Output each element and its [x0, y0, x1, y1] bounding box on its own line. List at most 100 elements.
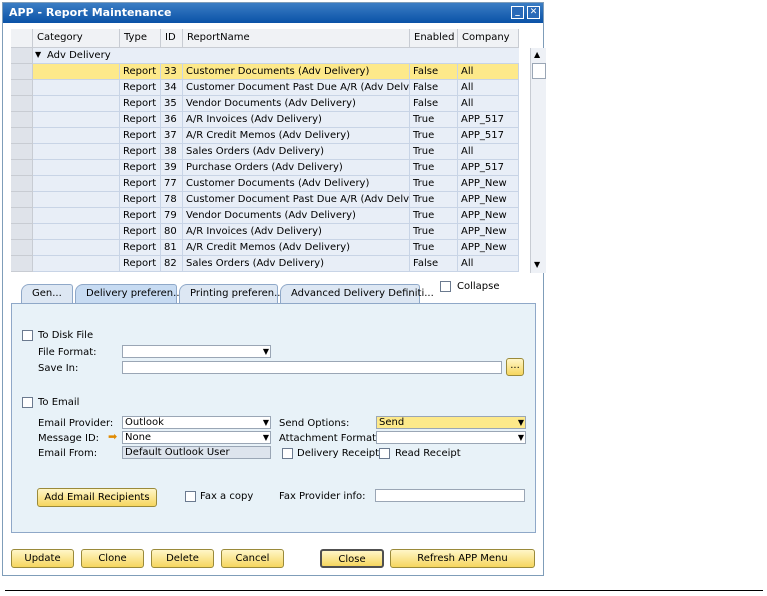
close-button[interactable]: Close	[320, 549, 384, 568]
browse-button[interactable]: ...	[506, 358, 524, 376]
cell-category[interactable]	[33, 128, 120, 144]
cell-type[interactable]: Report	[120, 144, 161, 160]
table-row[interactable]: Report 78 Customer Document Past Due A/R (…	[11, 192, 519, 208]
cell-type[interactable]: Report	[120, 128, 161, 144]
cell-type[interactable]: Report	[120, 192, 161, 208]
table-row[interactable]: Report 38 Sales Orders (Adv Delivery) True A…	[11, 144, 519, 160]
collapse-triangle-icon[interactable]: ▼	[35, 50, 41, 59]
cell-enabled[interactable]: False	[410, 80, 458, 96]
col-header-reportname[interactable]: ReportName	[183, 29, 410, 48]
cell-reportname[interactable]: A/R Invoices (Adv Delivery)	[183, 224, 410, 240]
row-header[interactable]	[11, 176, 33, 192]
cell-company[interactable]: APP_New	[458, 176, 519, 192]
row-header[interactable]	[11, 144, 33, 160]
cell-type[interactable]: Report	[120, 160, 161, 176]
file-format-select[interactable]: ▼	[122, 345, 271, 358]
cell-category[interactable]	[33, 256, 120, 272]
row-header[interactable]	[11, 256, 33, 272]
tab-advanced-delivery[interactable]: Advanced Delivery Definiti...	[280, 284, 434, 303]
cell-reportname[interactable]: Customer Document Past Due A/R (Adv Delv…	[183, 80, 410, 96]
cell-id[interactable]: 81	[161, 240, 183, 256]
cancel-button[interactable]: Cancel	[221, 549, 284, 568]
cell-enabled[interactable]: True	[410, 128, 458, 144]
cell-type[interactable]: Report	[120, 224, 161, 240]
row-header[interactable]	[11, 240, 33, 256]
cell-category[interactable]	[33, 112, 120, 128]
table-row[interactable]: Report 77 Customer Documents (Adv Delivery…	[11, 176, 519, 192]
cell-category[interactable]	[33, 144, 120, 160]
fax-copy-checkbox[interactable]	[185, 491, 196, 502]
cell-enabled[interactable]: True	[410, 112, 458, 128]
cell-id[interactable]: 82	[161, 256, 183, 272]
read-receipt-checkbox[interactable]	[379, 448, 390, 459]
cell-company[interactable]: APP_517	[458, 160, 519, 176]
group-row[interactable]: ▼ Adv Delivery	[11, 48, 519, 64]
cell-category[interactable]	[33, 224, 120, 240]
cell-type[interactable]: Report	[120, 80, 161, 96]
cell-reportname[interactable]: Vendor Documents (Adv Delivery)	[183, 208, 410, 224]
add-email-recipients-button[interactable]: Add Email Recipients	[37, 488, 157, 507]
cell-reportname[interactable]: Purchase Orders (Adv Delivery)	[183, 160, 410, 176]
cell-company[interactable]: APP_New	[458, 208, 519, 224]
row-header[interactable]	[11, 160, 33, 176]
cell-enabled[interactable]: True	[410, 224, 458, 240]
cell-company[interactable]: APP_New	[458, 192, 519, 208]
col-header-category[interactable]: Category	[33, 29, 120, 48]
col-header-id[interactable]: ID	[161, 29, 183, 48]
save-in-input[interactable]	[122, 361, 502, 374]
cell-category[interactable]	[33, 96, 120, 112]
message-id-select[interactable]: None ▼	[122, 431, 271, 444]
cell-company[interactable]: All	[458, 80, 519, 96]
cell-id[interactable]: 39	[161, 160, 183, 176]
attachment-format-select[interactable]: ▼	[376, 431, 526, 444]
cell-type[interactable]: Report	[120, 64, 161, 80]
table-row[interactable]: Report 80 A/R Invoices (Adv Delivery) True A…	[11, 224, 519, 240]
cell-type[interactable]: Report	[120, 176, 161, 192]
cell-type[interactable]: Report	[120, 256, 161, 272]
scroll-up-icon[interactable]: ▲	[534, 50, 540, 59]
cell-enabled[interactable]: True	[410, 160, 458, 176]
cell-enabled[interactable]: False	[410, 96, 458, 112]
row-header[interactable]	[11, 128, 33, 144]
cell-id[interactable]: 33	[161, 64, 183, 80]
cell-enabled[interactable]: True	[410, 240, 458, 256]
cell-id[interactable]: 38	[161, 144, 183, 160]
cell-category[interactable]	[33, 80, 120, 96]
table-row[interactable]: Report 33 Customer Documents (Adv Delivery…	[11, 64, 519, 80]
cell-reportname[interactable]: Customer Documents (Adv Delivery)	[183, 176, 410, 192]
table-row[interactable]: Report 39 Purchase Orders (Adv Delivery) Tr…	[11, 160, 519, 176]
cell-reportname[interactable]: Customer Documents (Adv Delivery)	[183, 64, 410, 80]
table-row[interactable]: Report 34 Customer Document Past Due A/R (…	[11, 80, 519, 96]
table-row[interactable]: Report 35 Vendor Documents (Adv Delivery) F…	[11, 96, 519, 112]
table-row[interactable]: Report 37 A/R Credit Memos (Adv Delivery) T…	[11, 128, 519, 144]
row-header[interactable]	[11, 48, 33, 64]
cell-enabled[interactable]: False	[410, 256, 458, 272]
cell-enabled[interactable]: True	[410, 192, 458, 208]
cell-type[interactable]: Report	[120, 112, 161, 128]
cell-type[interactable]: Report	[120, 96, 161, 112]
cell-category[interactable]	[33, 176, 120, 192]
col-header-type[interactable]: Type	[120, 29, 161, 48]
cell-enabled[interactable]: True	[410, 144, 458, 160]
cell-id[interactable]: 35	[161, 96, 183, 112]
cell-reportname[interactable]: A/R Credit Memos (Adv Delivery)	[183, 240, 410, 256]
cell-id[interactable]: 77	[161, 176, 183, 192]
cell-reportname[interactable]: Sales Orders (Adv Delivery)	[183, 256, 410, 272]
cell-reportname[interactable]: Sales Orders (Adv Delivery)	[183, 144, 410, 160]
cell-reportname[interactable]: A/R Credit Memos (Adv Delivery)	[183, 128, 410, 144]
table-row[interactable]: Report 79 Vendor Documents (Adv Delivery) T…	[11, 208, 519, 224]
cell-id[interactable]: 79	[161, 208, 183, 224]
cell-reportname[interactable]: Vendor Documents (Adv Delivery)	[183, 96, 410, 112]
cell-company[interactable]: APP_New	[458, 224, 519, 240]
cell-enabled[interactable]: False	[410, 64, 458, 80]
delivery-receipt-checkbox[interactable]	[282, 448, 293, 459]
cell-id[interactable]: 34	[161, 80, 183, 96]
cell-company[interactable]: APP_New	[458, 240, 519, 256]
cell-id[interactable]: 78	[161, 192, 183, 208]
cell-company[interactable]: All	[458, 64, 519, 80]
scroll-thumb[interactable]	[532, 63, 546, 79]
cell-type[interactable]: Report	[120, 208, 161, 224]
grid-scrollbar[interactable]: ▲ ▼	[530, 48, 546, 273]
cell-category[interactable]	[33, 64, 120, 80]
cell-company[interactable]: All	[458, 144, 519, 160]
